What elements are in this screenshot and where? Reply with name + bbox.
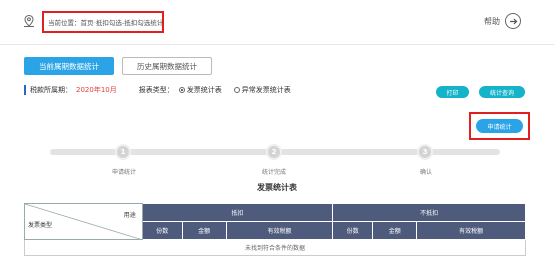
col-count-deduct: 份数: [141, 221, 183, 240]
col-tax-nondeduct: 有效税额: [416, 221, 526, 240]
period-label: 税款所属期：: [30, 86, 72, 94]
step-1-label: 申请统计: [112, 169, 137, 176]
period-marker: [24, 85, 26, 95]
table-corner-header: 发票类型 用途: [24, 203, 143, 240]
empty-message: 未找到符合条件的数据: [24, 239, 526, 256]
breadcrumb-home-link[interactable]: 首页: [81, 17, 94, 27]
step-2-circle: 2: [266, 144, 282, 160]
apply-stats-button[interactable]: 申请统计: [476, 119, 523, 133]
radio-checked-icon: [178, 87, 185, 93]
radio-abnormal-invoice-stats-label: 异常发票统计表: [241, 86, 291, 94]
radio-invoice-stats[interactable]: 发票统计表: [178, 85, 222, 95]
step-2-label: 统计完成: [262, 169, 287, 176]
period-value: 2020年10月: [76, 86, 117, 94]
tab-current-period[interactable]: 当前属期数据统计: [24, 57, 114, 75]
corner-type-label: 发票类型: [28, 222, 53, 229]
col-count-nondeduct: 份数: [332, 221, 374, 240]
apply-stats-highlight: 申请统计: [469, 112, 530, 140]
tab-history-period[interactable]: 历史属期数据统计: [122, 57, 212, 75]
location-icon: [24, 14, 34, 27]
radio-unchecked-icon: [233, 87, 240, 93]
tab-bar: 当前属期数据统计 历史属期数据统计: [24, 57, 212, 75]
radio-invoice-stats-label: 发票统计表: [186, 86, 222, 94]
col-tax-deduct: 有效税额: [225, 221, 334, 240]
table-row: 未找到符合条件的数据: [24, 239, 526, 256]
header-nondeduct: 不抵扣: [332, 203, 526, 222]
breadcrumb-label: 当前位置：: [48, 19, 81, 27]
step-3-circle: 3: [417, 144, 433, 160]
period-row: 税款所属期： 2020年10月 报表类型： 发票统计表 异常发票统计表: [24, 84, 291, 96]
step-3-label: 确认: [420, 169, 433, 176]
col-amount-deduct: 金额: [181, 221, 227, 240]
breadcrumb: 当前位置： 首页 - 抵扣勾选-抵扣勾选统计: [42, 11, 164, 33]
invoice-stats-table: 发票类型 用途 抵扣 不抵扣 份数 金额 有效税额 份数 金额 有效税额 未找到…: [24, 203, 526, 256]
arrow-right-icon: [505, 13, 521, 29]
print-button[interactable]: 打印: [436, 86, 469, 98]
top-bar: 当前位置： 首页 - 抵扣勾选-抵扣勾选统计 帮助: [0, 0, 554, 45]
corner-use-label: 用途: [123, 212, 136, 219]
breadcrumb-current: 抵扣勾选-抵扣勾选统计: [95, 19, 164, 27]
stats-query-button[interactable]: 统计查询: [479, 86, 525, 98]
header-deduct: 抵扣: [141, 203, 334, 222]
step-1-circle: 1: [115, 144, 131, 160]
help-label: 帮助: [484, 16, 500, 26]
help-button[interactable]: 帮助: [484, 13, 521, 29]
table-title: 发票统计表: [257, 183, 297, 192]
report-type-label: 报表类型：: [138, 86, 174, 94]
radio-abnormal-invoice-stats[interactable]: 异常发票统计表: [233, 85, 291, 95]
col-amount-nondeduct: 金额: [372, 221, 418, 240]
